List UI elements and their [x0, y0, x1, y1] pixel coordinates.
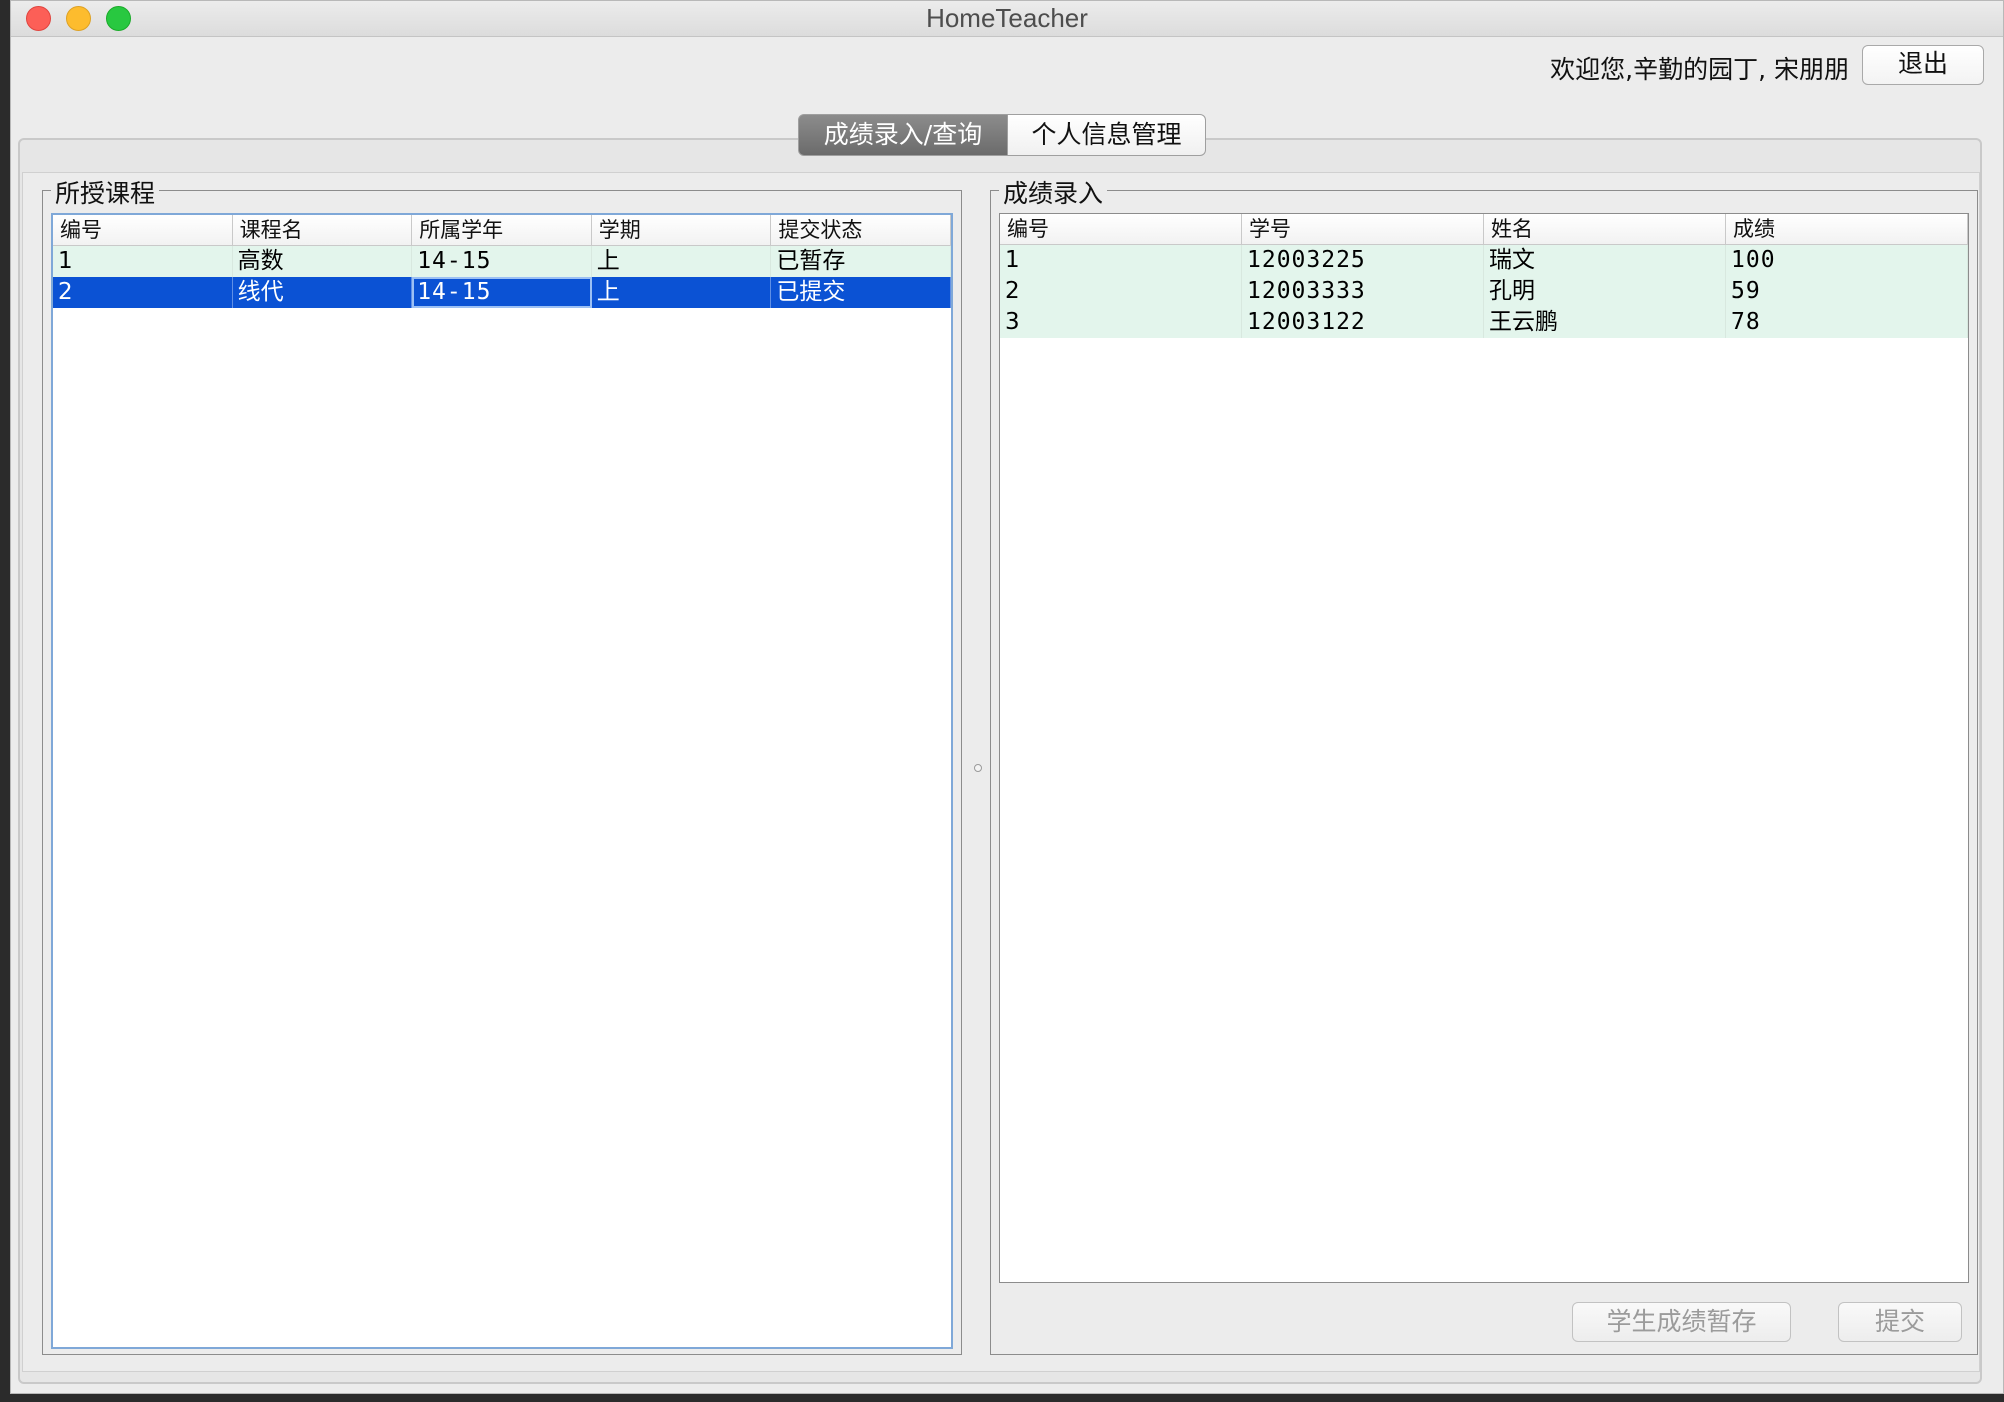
welcome-message: 欢迎您,辛勤的园丁, 宋朋朋	[1550, 55, 1849, 84]
table-row[interactable]: 1 12003225 瑞文 100	[1000, 245, 1968, 276]
window-title: HomeTeacher	[926, 3, 1088, 33]
column-header-term[interactable]: 学期	[592, 215, 772, 245]
cell-course-name: 高数	[233, 246, 413, 277]
cell-status: 已暂存	[771, 246, 951, 277]
cell-id: 2	[53, 277, 233, 308]
tab-grade-entry[interactable]: 成绩录入/查询	[798, 114, 1008, 156]
cell-id: 1	[53, 246, 233, 277]
column-header-status[interactable]: 提交状态	[771, 215, 951, 245]
split-pane-divider-handle[interactable]	[974, 764, 982, 772]
cell-score[interactable]: 59	[1726, 276, 1968, 307]
tab-bar: 成绩录入/查询 个人信息管理	[798, 114, 1206, 156]
table-row[interactable]: 3 12003122 王云鹏 78	[1000, 307, 1968, 338]
column-header-student-no[interactable]: 学号	[1242, 214, 1484, 244]
cell-year: 14-15	[412, 277, 592, 308]
grades-group-title: 成绩录入	[999, 174, 1108, 210]
title-bar: HomeTeacher	[11, 1, 2003, 37]
cell-student-no: 12003122	[1242, 307, 1484, 338]
grades-group: 成绩录入 编号 学号 姓名 成绩 1 12003225 瑞文 100 2 120…	[990, 174, 1978, 1355]
column-header-name[interactable]: 姓名	[1484, 214, 1726, 244]
cell-term: 上	[592, 277, 772, 308]
courses-table-header: 编号 课程名 所属学年 学期 提交状态	[53, 215, 951, 246]
grades-table[interactable]: 编号 学号 姓名 成绩 1 12003225 瑞文 100 2 12003333…	[999, 213, 1969, 1283]
column-header-course-name[interactable]: 课程名	[233, 215, 413, 245]
cell-course-name: 线代	[233, 277, 413, 308]
courses-group: 所授课程 编号 课程名 所属学年 学期 提交状态 1 高数 14-15 上 已暂…	[42, 174, 962, 1355]
table-row[interactable]: 1 高数 14-15 上 已暂存	[53, 246, 951, 277]
cell-status: 已提交	[771, 277, 951, 308]
table-row[interactable]: 2 12003333 孔明 59	[1000, 276, 1968, 307]
courses-group-title: 所授课程	[51, 174, 160, 210]
column-header-year[interactable]: 所属学年	[412, 215, 592, 245]
cell-name: 瑞文	[1484, 245, 1726, 276]
save-draft-button[interactable]: 学生成绩暂存	[1572, 1302, 1791, 1342]
column-header-id[interactable]: 编号	[53, 215, 233, 245]
column-header-score[interactable]: 成绩	[1726, 214, 1968, 244]
cell-student-no: 12003225	[1242, 245, 1484, 276]
cell-id: 2	[1000, 276, 1242, 307]
cell-year: 14-15	[412, 246, 592, 277]
cell-id: 3	[1000, 307, 1242, 338]
column-header-id[interactable]: 编号	[1000, 214, 1242, 244]
cell-name: 孔明	[1484, 276, 1726, 307]
cell-score[interactable]: 78	[1726, 307, 1968, 338]
cell-score[interactable]: 100	[1726, 245, 1968, 276]
tab-personal-info[interactable]: 个人信息管理	[1008, 114, 1206, 156]
submit-button[interactable]: 提交	[1838, 1302, 1962, 1342]
cell-student-no: 12003333	[1242, 276, 1484, 307]
cell-term: 上	[592, 246, 772, 277]
courses-table[interactable]: 编号 课程名 所属学年 学期 提交状态 1 高数 14-15 上 已暂存 2 线…	[51, 213, 953, 1349]
grades-table-header: 编号 学号 姓名 成绩	[1000, 214, 1968, 245]
cell-id: 1	[1000, 245, 1242, 276]
table-row-selected[interactable]: 2 线代 14-15 上 已提交	[53, 277, 951, 308]
logout-button[interactable]: 退出	[1862, 45, 1984, 85]
cell-name: 王云鹏	[1484, 307, 1726, 338]
